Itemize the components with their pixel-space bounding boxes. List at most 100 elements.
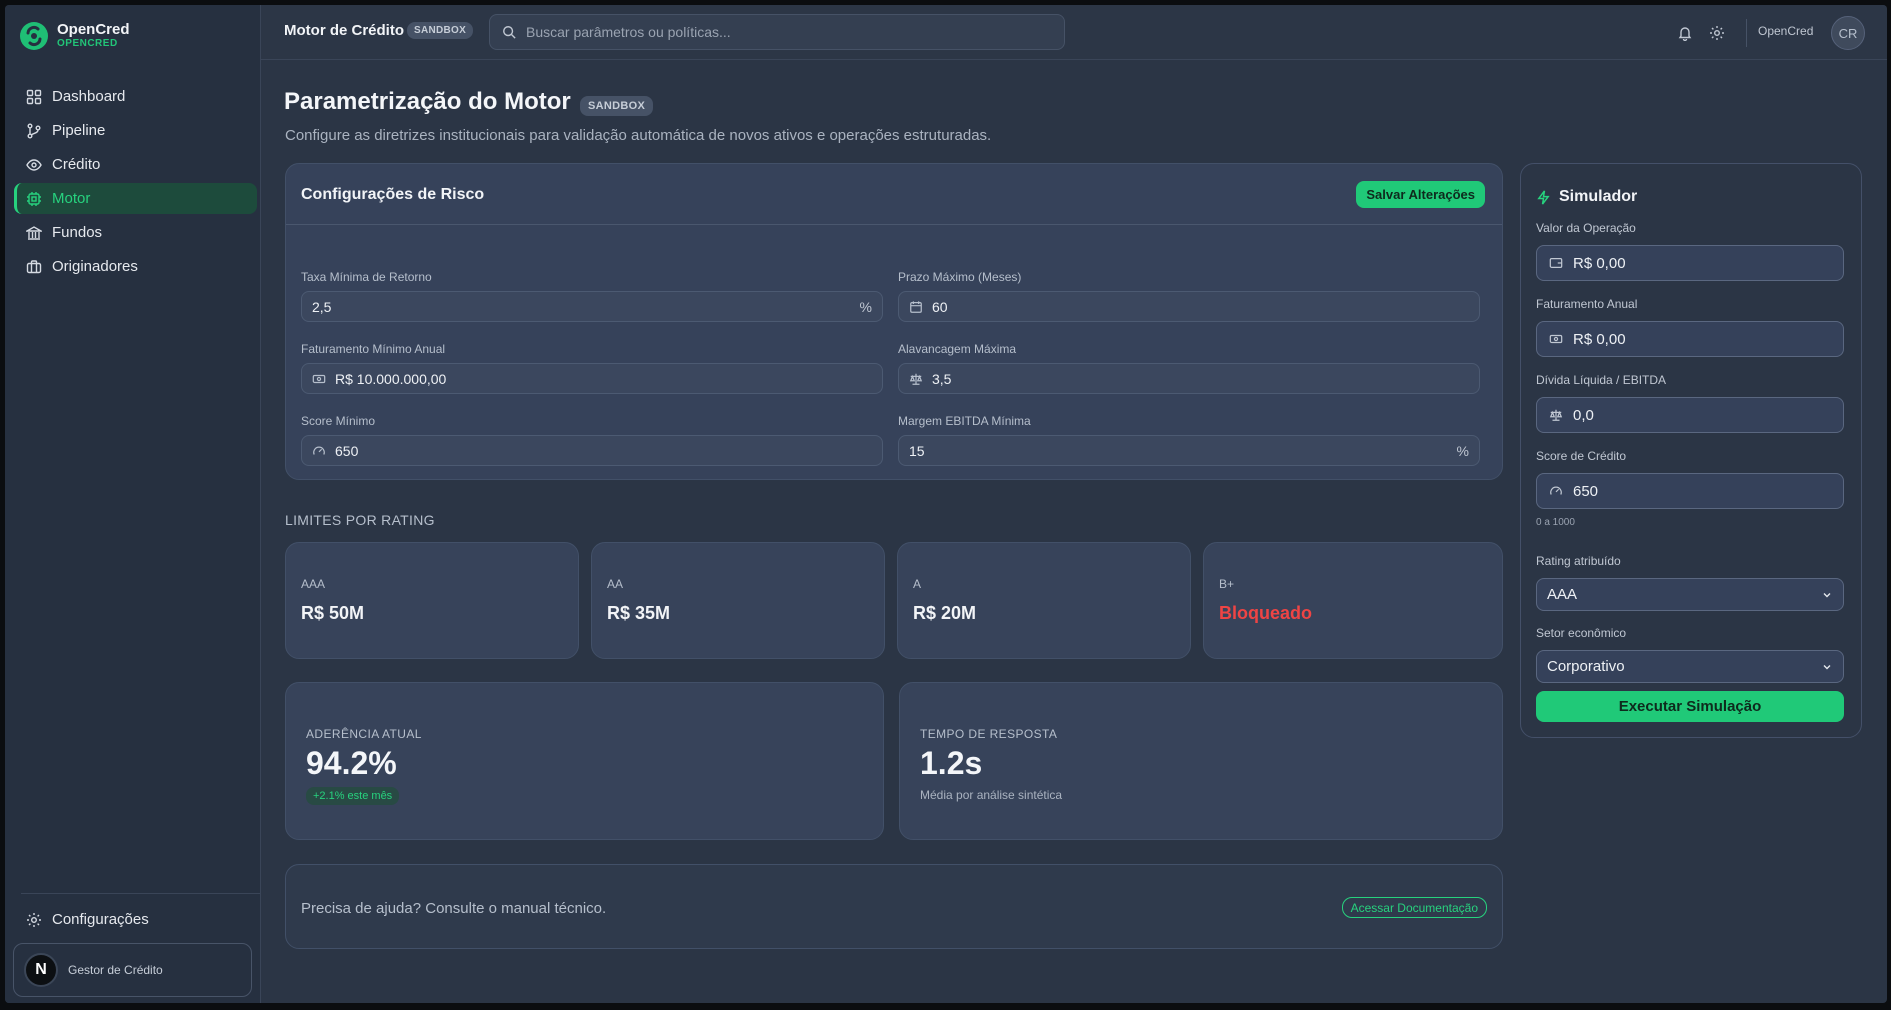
user-name: Gestor de Crédito xyxy=(68,963,163,977)
rating-limit-value: R$ 35M xyxy=(607,603,671,623)
field-label: Faturamento Mínimo Anual xyxy=(301,342,446,356)
user-profile[interactable]: N Gestor de Crédito xyxy=(13,943,252,997)
sidebar-item-fundos[interactable]: Fundos xyxy=(14,217,257,248)
sidebar-item-originadores[interactable]: Originadores xyxy=(14,251,257,282)
rating-limit-value: R$ 20M xyxy=(913,603,977,623)
sidebar-item-label: Dashboard xyxy=(52,88,126,105)
documentation-button[interactable]: Acessar Documentação xyxy=(1341,897,1487,918)
rating-blocked-value: Bloqueado xyxy=(1219,603,1312,623)
field-label: Setor econômico xyxy=(1536,626,1627,640)
sidebar-item-configuracoes[interactable]: Configurações xyxy=(14,904,257,935)
sidebar-divider xyxy=(21,893,260,894)
sidebar-item-label: Originadores xyxy=(52,258,138,275)
field-label: Valor da Operação xyxy=(1536,221,1636,235)
sidebar-item-dashboard[interactable]: Dashboard xyxy=(14,81,257,112)
header-user-name: OpenCred xyxy=(1758,24,1814,38)
git-branch-icon xyxy=(27,123,41,138)
min-return-input[interactable]: 2,5 % xyxy=(301,291,883,322)
save-button[interactable]: Salvar Alterações xyxy=(1356,181,1485,208)
sidebar-item-label: Motor xyxy=(52,190,91,207)
banknote-icon xyxy=(312,374,326,383)
simulator-title-text: Simulador xyxy=(1559,188,1638,205)
header-title: Motor de Crédito xyxy=(284,22,404,39)
operation-value-field: Valor da Operação R$ 0,00 xyxy=(1536,221,1844,281)
top-header: Motor de Crédito SANDBOX OpenCred CR xyxy=(261,5,1887,60)
max-leverage-field: Alavancagem Máxima 3,5 xyxy=(898,342,1480,394)
gear-icon[interactable] xyxy=(1709,25,1725,41)
avatar[interactable]: CR xyxy=(1831,16,1865,50)
search-input[interactable] xyxy=(526,24,1026,40)
net-debt-ebitda-input[interactable]: 0,0 xyxy=(1536,397,1844,433)
max-leverage-input[interactable]: 3,5 xyxy=(898,363,1480,394)
search-bar[interactable] xyxy=(489,14,1065,50)
field-label: Rating atribuído xyxy=(1536,554,1621,568)
eye-icon xyxy=(26,158,42,171)
sidebar-item-label: Configurações xyxy=(52,911,149,928)
sidebar-item-credito[interactable]: Crédito xyxy=(14,149,257,180)
field-label: Margem EBITDA Mínima xyxy=(898,414,1031,428)
sidebar-nav: Dashboard Pipeline Crédito Motor Fundos … xyxy=(14,81,257,285)
sector-select-field: Setor econômico Corporativo xyxy=(1536,626,1844,683)
lightning-icon xyxy=(1537,189,1550,205)
gauge-icon xyxy=(313,446,325,455)
min-revenue-input[interactable]: R$ 10.000.000,00 xyxy=(301,363,883,394)
net-debt-ebitda-field: Dívida Líquida / EBITDA 0,0 xyxy=(1536,373,1844,433)
scale-icon xyxy=(909,373,923,385)
calendar-icon xyxy=(910,300,922,313)
card-divider xyxy=(286,224,1502,225)
field-value: R$ 10.000.000,00 xyxy=(335,370,447,387)
sidebar-settings: Configurações xyxy=(14,904,257,938)
search-icon xyxy=(503,26,516,39)
max-term-field: Prazo Máximo (Meses) 60 xyxy=(898,270,1480,322)
app-window: OpenCred OPENCRED Dashboard Pipeline Cré… xyxy=(5,5,1887,1003)
rating-card-a: A R$ 20M xyxy=(897,542,1191,659)
field-hint: 0 a 1000 xyxy=(1536,517,1575,528)
sector-select[interactable]: Corporativo xyxy=(1536,650,1844,683)
rating-limit-value: R$ 50M xyxy=(301,603,365,623)
adherence-card: ADERÊNCIA ATUAL 94.2% +2.1% este mês xyxy=(285,682,884,840)
min-ebitda-margin-input[interactable]: 15 % xyxy=(898,435,1480,466)
run-simulation-button[interactable]: Executar Simulação xyxy=(1536,691,1844,722)
field-value: R$ 0,00 xyxy=(1573,330,1626,348)
rating-name: AA xyxy=(607,577,624,591)
metric-value: 1.2s xyxy=(920,745,983,781)
bell-icon[interactable] xyxy=(1677,25,1693,41)
annual-revenue-input[interactable]: R$ 0,00 xyxy=(1536,321,1844,357)
rating-select[interactable]: AAA xyxy=(1536,578,1844,611)
rating-card-aaa: AAA R$ 50M xyxy=(285,542,579,659)
field-label: Score Mínimo xyxy=(301,414,376,428)
wallet-icon xyxy=(1549,258,1563,268)
sidebar-item-label: Fundos xyxy=(52,224,103,241)
rating-name: B+ xyxy=(1219,577,1235,591)
rating-select-field: Rating atribuído AAA xyxy=(1536,554,1844,611)
metric-note: Média por análise sintética xyxy=(920,788,1063,802)
min-return-field: Taxa Mínima de Retorno 2,5 % xyxy=(301,270,883,322)
sidebar-item-motor[interactable]: Motor xyxy=(14,183,257,214)
field-label: Faturamento Anual xyxy=(1536,297,1638,311)
min-ebitda-margin-field: Margem EBITDA Mínima 15 % xyxy=(898,414,1480,466)
limits-section-label: LIMITES POR RATING xyxy=(285,512,435,528)
rating-card-aa: AA R$ 35M xyxy=(591,542,885,659)
simulator-title: Simulador xyxy=(1536,188,1637,206)
field-value: 0,0 xyxy=(1573,406,1594,424)
field-value: 650 xyxy=(335,442,359,459)
briefcase-icon xyxy=(26,259,42,273)
sandbox-badge: SANDBOX xyxy=(407,22,474,39)
min-score-input[interactable]: 650 xyxy=(301,435,883,466)
brand-subtitle: OPENCRED xyxy=(57,38,118,49)
min-revenue-field: Faturamento Mínimo Anual R$ 10.000.000,0… xyxy=(301,342,883,394)
rating-name: AAA xyxy=(301,577,326,591)
brand[interactable]: OpenCred OPENCRED xyxy=(19,21,130,51)
annual-revenue-field: Faturamento Anual R$ 0,00 xyxy=(1536,297,1844,357)
chevron-down-icon xyxy=(1823,592,1831,597)
credit-score-input[interactable]: 650 xyxy=(1536,473,1844,509)
field-label: Score de Crédito xyxy=(1536,449,1627,463)
simulator-panel: Simulador Valor da Operação R$ 0,00 Fatu… xyxy=(1520,163,1862,738)
page-title: Parametrização do Motor xyxy=(284,88,571,115)
page-subtitle: Configure as diretrizes institucionais p… xyxy=(285,127,992,144)
min-score-field: Score Mínimo 650 xyxy=(301,414,883,466)
max-term-input[interactable]: 60 xyxy=(898,291,1480,322)
operation-value-input[interactable]: R$ 0,00 xyxy=(1536,245,1844,281)
percent-suffix: % xyxy=(1456,442,1469,459)
sidebar-item-pipeline[interactable]: Pipeline xyxy=(14,115,257,146)
